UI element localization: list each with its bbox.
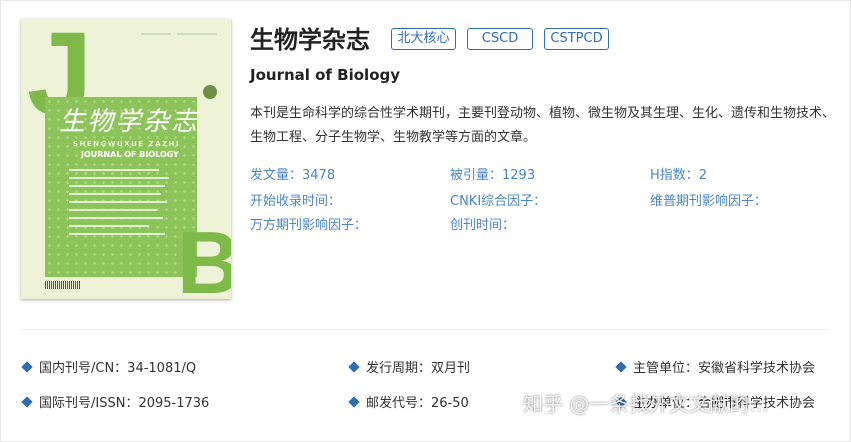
stat-start-time: 开始收录时间： bbox=[250, 194, 342, 209]
info-supervisor: 主管单位：安徽省科学技术协会 bbox=[615, 361, 815, 377]
cover-pinyin: SHENGWUXUE ZAZHI bbox=[73, 140, 181, 148]
info-frequency: 发行周期：双月刊 bbox=[348, 361, 470, 377]
cover-english-title: JOURNAL OF BIOLOGY bbox=[81, 150, 179, 159]
stat-wanfang-factor: 万方期刊影响因子： bbox=[250, 218, 368, 233]
journal-title[interactable]: 生物学杂志 bbox=[250, 26, 370, 55]
cover-emblem bbox=[203, 85, 217, 99]
tag-cstpcd[interactable]: CSTPCD bbox=[544, 28, 609, 50]
journal-description: 本刊是生命科学的综合性学术期刊，主要刊登动物、植物、微生物及其生理、生化、遗传和… bbox=[250, 106, 836, 145]
tag-pku-core[interactable]: 北大核心 bbox=[391, 28, 456, 50]
cover-barcode bbox=[45, 281, 81, 289]
stat-h-index: H指数：2 bbox=[650, 168, 708, 183]
info-cn-number: 国内刊号/CN：34-1081/Q bbox=[21, 361, 196, 377]
info-issn: 国际刊号/ISSN：2095-1736 bbox=[21, 396, 209, 412]
section-divider bbox=[21, 329, 829, 330]
tag-cscd[interactable]: CSCD bbox=[467, 28, 533, 50]
zhihu-watermark: 知乎 @一条找外文文献的... bbox=[523, 392, 769, 416]
stat-cnki-factor: CNKI综合因子： bbox=[450, 194, 547, 209]
diamond-bullet-icon bbox=[21, 361, 33, 373]
stat-published-count: 发文量：3478 bbox=[250, 168, 336, 183]
diamond-bullet-icon bbox=[348, 361, 360, 373]
diamond-bullet-icon bbox=[21, 396, 33, 408]
diamond-bullet-icon bbox=[348, 396, 360, 408]
stat-cited-count: 被引量：1293 bbox=[450, 168, 536, 183]
diamond-bullet-icon bbox=[615, 361, 627, 373]
journal-cover-image[interactable]: J 生物学杂志 SHENGWUXUE ZAZHI JOURNAL OF BIOL… bbox=[21, 19, 231, 299]
cover-title-art: 生物学杂志 bbox=[59, 107, 200, 137]
stat-founded: 创刊时间： bbox=[450, 218, 516, 233]
cover-letter-b: B bbox=[177, 213, 231, 300]
stat-vip-factor: 维普期刊影响因子： bbox=[650, 194, 768, 209]
journal-english-title: Journal of Biology bbox=[250, 66, 401, 84]
info-postal-code: 邮发代号：26-50 bbox=[348, 396, 469, 412]
